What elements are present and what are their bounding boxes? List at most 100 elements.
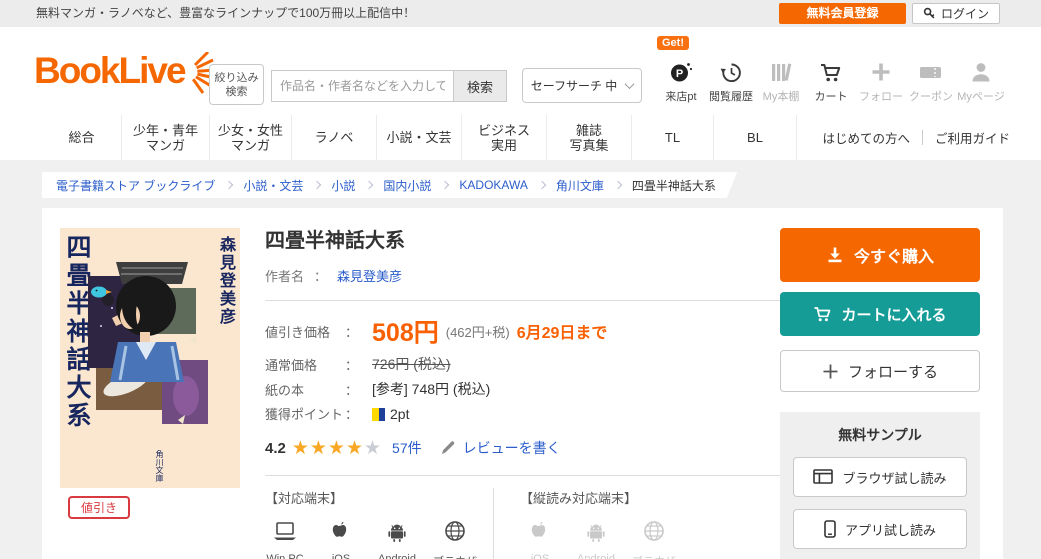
breadcrumb-kadokawa[interactable]: KADOKAWA	[459, 178, 527, 192]
points-label: 獲得ポイント	[265, 407, 344, 422]
login-label: ログイン	[940, 7, 989, 21]
author-link[interactable]: 森見登美彦	[337, 269, 402, 284]
rating-score: 4.2	[265, 439, 286, 457]
safe-search-label: セーフサーチ 中	[530, 79, 618, 93]
promo-text: 無料マンガ・ラノベなど、豊富なラインナップで100万冊以上配信中！	[36, 6, 416, 20]
filter-search-line1: 絞り込み	[214, 71, 259, 84]
quicklink-my-bookshelf[interactable]: My本棚	[756, 60, 806, 104]
booklive-logo[interactable]: BookLive	[34, 51, 216, 99]
pencil-icon	[440, 440, 456, 456]
follow-button[interactable]: フォローする	[780, 350, 980, 392]
discount-badge: 値引き	[68, 496, 131, 519]
search-button[interactable]: 検索	[454, 70, 507, 102]
logo-text: BookLive	[34, 50, 187, 91]
nav-tl[interactable]: TL	[632, 115, 714, 160]
vdevice-ios: iOS	[520, 519, 560, 559]
points-value: 2pt	[390, 405, 410, 422]
apple-icon	[528, 519, 552, 548]
quicklink-cart[interactable]: カート	[806, 60, 856, 104]
nav-bl[interactable]: BL	[714, 115, 797, 160]
nav-zasshi-shashinshu[interactable]: 雑誌 写真集	[547, 115, 632, 160]
breadcrumb-kokunai-shosetsu[interactable]: 国内小説	[383, 177, 431, 194]
buy-now-button[interactable]: 今すぐ購入	[780, 228, 980, 282]
breadcrumb-store[interactable]: 電子書籍ストア ブックライブ	[56, 177, 215, 194]
search-bar: 検索	[271, 70, 507, 102]
supported-devices-label: 【対応端末】	[265, 491, 344, 506]
filter-search-line2: 検索	[225, 85, 248, 98]
purchase-column: 今すぐ購入 カートに入れる フォローする 無料サンプル ブラウザ試し読み アプリ…	[780, 228, 980, 559]
write-review-link[interactable]: レビューを書く	[463, 438, 561, 458]
smartphone-icon	[824, 520, 836, 538]
browser-preview-button[interactable]: ブラウザ試し読み	[793, 457, 967, 497]
divider	[265, 300, 781, 301]
nav-ranobe[interactable]: ラノベ	[292, 115, 377, 160]
product-card: 四畳半神話大系 森見登美彦 角川文庫 値引き 四畳半神話大系 作者名 ： 森見登…	[42, 208, 1003, 559]
android-icon	[584, 519, 608, 548]
free-sample-box: 無料サンプル ブラウザ試し読み アプリ試し読み	[780, 412, 980, 559]
point-icon	[372, 407, 386, 421]
review-count-link[interactable]: 57件	[392, 438, 422, 458]
add-to-cart-button[interactable]: カートに入れる	[780, 292, 980, 336]
sale-price-value: 508円	[372, 319, 439, 347]
quicklink-visit-point[interactable]: Get! P 来店pt	[656, 36, 706, 104]
bookshelf-icon	[756, 60, 806, 87]
breadcrumb-separator	[441, 180, 450, 190]
svg-text:P: P	[676, 68, 683, 80]
quicklink-my-page[interactable]: Myページ	[956, 60, 1006, 104]
device-winpc: Win PC	[265, 519, 305, 559]
divider	[265, 475, 781, 476]
nav-sogo[interactable]: 総合	[42, 115, 122, 160]
browser-window-icon	[813, 469, 834, 485]
breadcrumb-shosetsu[interactable]: 小説	[331, 177, 355, 194]
login-button[interactable]: ログイン	[912, 3, 1000, 24]
vdevice-browser: ブラウザ	[632, 519, 676, 559]
vertical-reading-devices: 【縦読み対応端末】 iOS Android ブラウザ	[493, 488, 676, 559]
quicklink-history[interactable]: 閲覧履歴	[706, 60, 756, 104]
apple-icon	[329, 519, 353, 548]
product-details: 四畳半神話大系 作者名：森見登美彦 値引き価格 ： 508円 (462円+税) …	[265, 224, 781, 559]
cover-title: 四畳半神話大系	[63, 234, 91, 430]
site-header: BookLive 絞り込み 検索 検索 セーフサーチ 中	[0, 27, 1041, 115]
author-label: 作者名	[265, 269, 305, 284]
search-input[interactable]	[271, 70, 454, 102]
globe-icon	[443, 519, 467, 548]
cart-icon	[806, 60, 856, 87]
nav-shosetsu-bungei[interactable]: 小説・文芸	[377, 115, 462, 160]
book-cover[interactable]: 四畳半神話大系 森見登美彦 角川文庫	[60, 228, 240, 488]
device-ios: iOS	[321, 519, 361, 559]
paper-price-row: 紙の本 ： [参考] 748円 (税込)	[265, 381, 491, 398]
nav-shonen-seinen-manga[interactable]: 少年・青年 マンガ	[122, 115, 210, 160]
vdevice-android: Android	[576, 519, 616, 559]
breadcrumb-separator	[537, 180, 547, 190]
device-android: Android	[377, 519, 417, 559]
nav-first-time-link[interactable]: はじめての方へ	[822, 128, 910, 147]
breadcrumb-separator	[225, 180, 234, 190]
key-icon	[923, 7, 936, 20]
category-nav-list: 総合 少年・青年 マンガ 少女・女性 マンガ ラノベ 小説・文芸 ビジネス 実用 雑誌…	[42, 115, 797, 160]
supported-devices: 【対応端末】 Win PC iOS Android	[265, 488, 493, 559]
rating-stars: ★★★★★	[291, 437, 383, 459]
breadcrumb-shosetsu-bungei[interactable]: 小説・文芸	[243, 177, 303, 194]
visit-point-icon: P	[656, 60, 706, 87]
android-icon	[385, 519, 409, 548]
vertical-devices-label: 【縦読み対応端末】	[520, 491, 638, 506]
quicklink-follow[interactable]: フォロー	[856, 60, 906, 104]
nav-help-links: はじめての方へ ご利用ガイド	[822, 115, 1010, 160]
nav-guide-link[interactable]: ご利用ガイド	[935, 128, 1010, 147]
filter-search-button[interactable]: 絞り込み 検索	[209, 64, 264, 105]
sale-price-tax: (462円+税)	[445, 324, 510, 340]
laptop-icon	[272, 519, 298, 548]
rating-row: 4.2 ★★★★★ 57件 レビューを書く	[265, 438, 781, 458]
signup-button[interactable]: 無料会員登録	[779, 3, 906, 24]
breadcrumb-kadokawa-bunko[interactable]: 角川文庫	[556, 177, 604, 194]
quicklink-coupon[interactable]: クーポン	[906, 60, 956, 104]
nav-shojo-josei-manga[interactable]: 少女・女性 マンガ	[210, 115, 292, 160]
plus-icon	[856, 60, 906, 87]
cart-icon	[813, 305, 832, 324]
cover-illustration	[88, 262, 208, 424]
regular-price-label: 通常価格	[265, 357, 318, 373]
nav-business-jitsuyo[interactable]: ビジネス 実用	[462, 115, 547, 160]
safe-search-dropdown[interactable]: セーフサーチ 中	[522, 68, 642, 103]
cover-publisher: 角川文庫	[155, 450, 164, 482]
app-preview-button[interactable]: アプリ試し読み	[793, 509, 967, 549]
